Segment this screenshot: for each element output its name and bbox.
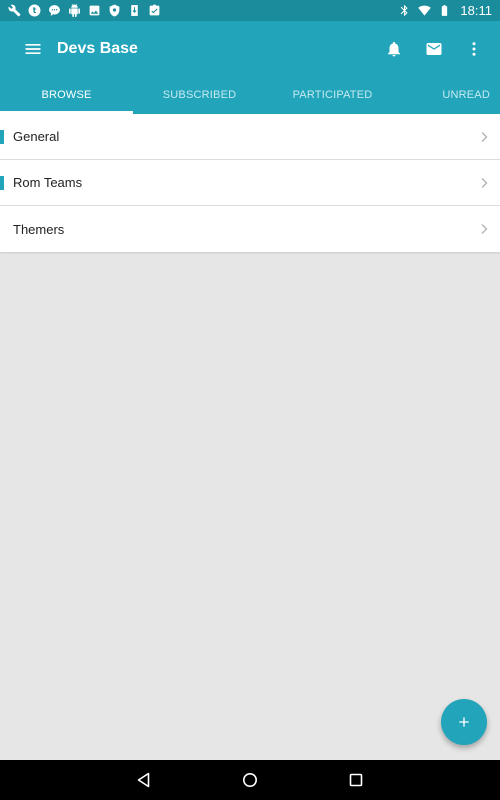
app-bar: Devs Base	[0, 21, 500, 76]
forum-item-themers[interactable]: Themers	[0, 206, 500, 252]
forum-item-label: General	[13, 129, 60, 144]
chevron-right-icon	[476, 221, 492, 237]
shield-icon	[108, 4, 121, 17]
battery-icon	[438, 4, 451, 17]
recents-button[interactable]	[345, 769, 367, 791]
wrench-icon	[8, 4, 21, 17]
tab-browse[interactable]: BROWSE	[0, 76, 133, 114]
forum-list: General Rom Teams Themers	[0, 114, 500, 252]
wifi-icon	[418, 4, 432, 17]
system-nav-bar	[0, 760, 500, 800]
forum-item-rom-teams[interactable]: Rom Teams	[0, 160, 500, 206]
accent-bar	[0, 176, 4, 190]
forum-item-label: Themers	[13, 221, 65, 237]
new-topic-fab[interactable]	[441, 699, 487, 745]
forum-item-general[interactable]: General	[0, 114, 500, 160]
svg-text:t: t	[33, 6, 37, 15]
bluetooth-icon	[398, 4, 411, 17]
home-button[interactable]	[239, 769, 261, 791]
menu-button[interactable]	[19, 35, 47, 63]
accent-bar	[0, 130, 4, 144]
more-vert-icon	[472, 41, 476, 56]
home-icon	[243, 773, 257, 787]
android-icon	[68, 4, 81, 17]
back-button[interactable]	[133, 769, 155, 791]
tab-participated[interactable]: PARTICIPATED	[266, 76, 399, 114]
plus-icon	[459, 717, 469, 727]
hamburger-menu-icon	[25, 43, 41, 54]
chevron-right-icon	[476, 175, 492, 191]
overflow-menu-button[interactable]	[460, 35, 488, 63]
screen: t 18:11 Devs Base BROWSE SUBSCRIBED PART…	[0, 0, 500, 800]
bell-icon	[388, 41, 400, 56]
notification-icons: t	[8, 4, 161, 17]
image-icon	[88, 4, 101, 17]
chat-bubble-icon	[48, 4, 61, 17]
status-time: 18:11	[460, 3, 492, 18]
tab-subscribed[interactable]: SUBSCRIBED	[133, 76, 266, 114]
clipboard-icon	[148, 4, 161, 17]
chevron-right-icon	[476, 129, 492, 145]
recents-icon	[349, 773, 363, 787]
forum-item-label: Rom Teams	[13, 175, 83, 190]
tab-bar: BROWSE SUBSCRIBED PARTICIPATED UNREAD	[0, 76, 500, 114]
status-bar: t 18:11	[0, 0, 500, 21]
app-title: Devs Base	[57, 39, 138, 57]
system-icons: 18:11	[398, 3, 492, 18]
tumblr-icon: t	[28, 4, 41, 17]
back-icon	[137, 772, 150, 788]
tab-unread[interactable]: UNREAD	[399, 76, 500, 114]
messages-button[interactable]	[420, 35, 448, 63]
notifications-button[interactable]	[380, 35, 408, 63]
mail-icon	[426, 42, 442, 55]
download-icon	[128, 4, 141, 17]
